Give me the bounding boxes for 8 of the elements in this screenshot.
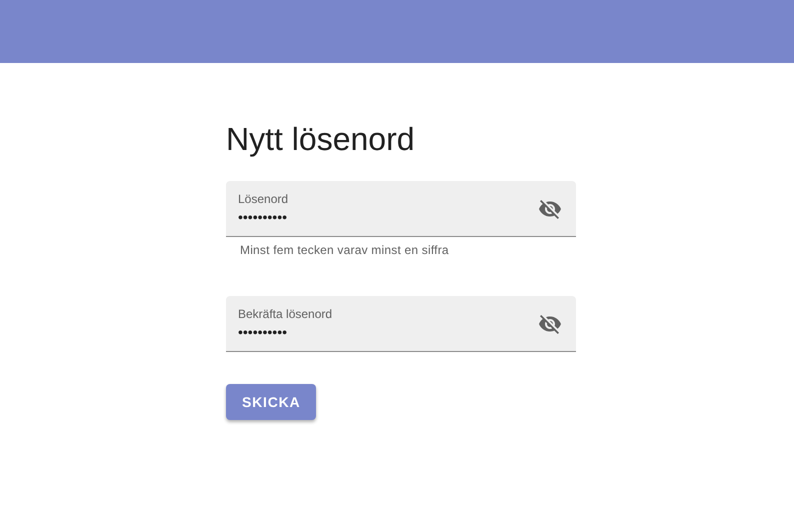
field-label: Bekräfta lösenord xyxy=(238,307,332,321)
page-title: Nytt lösenord xyxy=(226,121,415,158)
password-value: •••••••••• xyxy=(238,209,288,225)
password-value: •••••••••• xyxy=(238,324,288,340)
helper-text: Minst fem tecken varav minst en siffra xyxy=(239,242,450,257)
field-label: Lösenord xyxy=(238,192,288,206)
password-field[interactable]: Lösenord •••••••••• xyxy=(226,181,576,237)
password-field[interactable]: Bekräfta lösenord •••••••••• xyxy=(226,296,576,352)
